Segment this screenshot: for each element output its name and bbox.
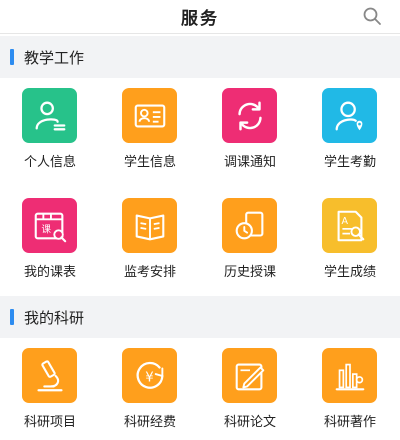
section-header-research: 我的科研: [0, 296, 400, 338]
service-label: 个人信息: [23, 155, 76, 170]
section-accent-bar: [10, 49, 14, 65]
section-header-teaching: 教学工作: [0, 36, 400, 78]
service-label: 监考安排: [123, 265, 176, 280]
service-label: 学生成绩: [323, 265, 376, 280]
person-location-icon: [335, 101, 362, 130]
tile: [22, 88, 77, 143]
yuan-coin-icon: ¥: [136, 361, 163, 389]
grade-report-icon: A: [337, 210, 364, 241]
service-label: 我的课表: [23, 265, 76, 280]
service-label: 科研项目: [23, 415, 76, 430]
yuan-glyph: ¥: [145, 370, 153, 385]
service-label: 学生信息: [123, 155, 176, 170]
tile: [22, 348, 77, 403]
microscope-icon: [36, 359, 63, 391]
section-accent-bar: [10, 309, 14, 325]
tile: [122, 88, 177, 143]
pen-paper-icon: [235, 363, 264, 390]
grade-glyph: A: [341, 216, 348, 227]
tile: ¥: [122, 348, 177, 403]
schedule-icon: 课: [34, 212, 66, 242]
page-title: 服务: [181, 9, 219, 29]
bar-stats-icon: [335, 363, 364, 390]
section-title: 教学工作: [24, 49, 85, 67]
service-label: 学生考勤: [323, 155, 376, 170]
tile: 课: [22, 198, 77, 253]
tile: [122, 198, 177, 253]
history-icon: [235, 211, 263, 239]
tile: [222, 198, 277, 253]
tile: A: [322, 198, 377, 253]
tile: [322, 88, 377, 143]
tile: [322, 348, 377, 403]
service-label: 历史授课: [223, 265, 276, 280]
refresh-icon: [237, 100, 262, 131]
open-book-icon: [135, 214, 164, 240]
service-label: 调课通知: [223, 155, 276, 170]
tile: [222, 88, 277, 143]
service-label: 科研论文: [223, 415, 276, 430]
search-icon[interactable]: [362, 6, 382, 26]
section-title: 我的科研: [24, 309, 85, 327]
service-label: 科研著作: [323, 415, 376, 430]
person-card-icon: [35, 101, 65, 130]
schedule-glyph: 课: [41, 224, 51, 235]
top-bar: 服务: [0, 0, 400, 34]
service-label: 科研经费: [123, 415, 176, 430]
id-card-icon: [134, 104, 165, 127]
tile: [222, 348, 277, 403]
